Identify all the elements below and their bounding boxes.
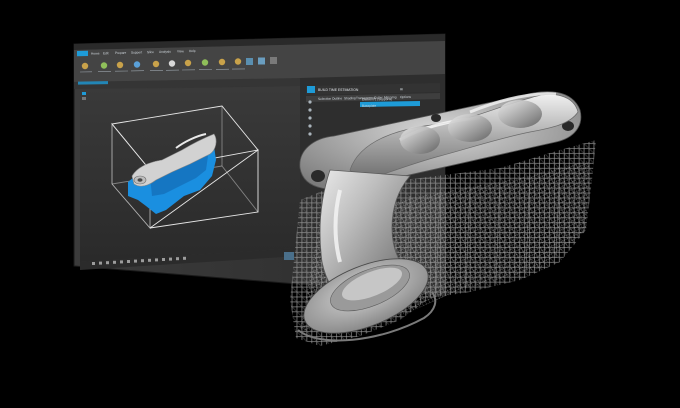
file-tab[interactable] [77, 50, 88, 57]
view-tool-icon[interactable] [82, 92, 86, 95]
panel-icon [307, 86, 315, 93]
tool-icon[interactable] [116, 61, 124, 69]
bolt-hole [431, 114, 441, 122]
tool-icon[interactable] [234, 58, 242, 65]
software-window-illustration: Home Edit Prepare Support Slice Analysis… [73, 33, 596, 346]
view-cube[interactable] [284, 252, 294, 260]
ribbon-tab[interactable]: Prepare [115, 51, 127, 55]
tool-icon[interactable] [258, 57, 265, 65]
ribbon-tab[interactable]: Home [91, 51, 100, 55]
panel-tool-icon[interactable] [308, 116, 312, 120]
tool-icon[interactable] [246, 58, 253, 65]
tool-icon[interactable] [152, 60, 160, 68]
panel-tool-icon[interactable] [308, 132, 312, 136]
tool-icon[interactable] [270, 57, 277, 64]
tool-icon[interactable] [127, 260, 130, 263]
tool-icon[interactable] [148, 258, 151, 262]
panel-tab[interactable]: Selection [318, 97, 331, 101]
tool-icon[interactable] [183, 256, 186, 260]
tool-icon[interactable] [92, 262, 95, 265]
list-item-label[interactable]: Element 1 (Supports) [362, 97, 392, 101]
tool-icon[interactable] [113, 260, 116, 264]
ribbon-tab[interactable]: Analysis [159, 50, 171, 54]
panel-tool-icon[interactable] [308, 108, 312, 112]
bolt-hole [311, 170, 325, 182]
panel-tool-icon[interactable] [308, 124, 312, 128]
panel-header-value: ▤ [400, 87, 403, 91]
product-hero-image: Home Edit Prepare Support Slice Analysis… [0, 0, 680, 408]
list-item-label[interactable]: Baseplate [362, 104, 376, 108]
panel-tool-icon[interactable] [308, 100, 312, 104]
ribbon-tab[interactable]: Slice [147, 50, 154, 54]
panel-tab[interactable]: Shading [344, 96, 356, 100]
tool-icon[interactable] [133, 61, 141, 68]
panel-tab[interactable]: Options [400, 95, 411, 99]
view-tool-icon[interactable] [82, 97, 86, 100]
tool-icon[interactable] [169, 257, 172, 261]
tool-icon[interactable] [176, 257, 179, 261]
tool-icon[interactable] [141, 259, 144, 263]
tool-icon[interactable] [106, 261, 109, 265]
tool-icon[interactable] [155, 258, 158, 262]
tool-icon[interactable] [184, 59, 192, 67]
ribbon-tab[interactable]: Edit [103, 51, 109, 55]
panel-tab[interactable]: Outline [332, 96, 342, 100]
panel-title: BUILD TIME ESTIMATION [318, 88, 359, 92]
ribbon-tab[interactable]: Help [189, 49, 196, 53]
tool-icon[interactable] [201, 59, 209, 66]
tool-icon[interactable] [134, 259, 137, 263]
ribbon-tab[interactable]: Support [131, 50, 142, 54]
tool-icon[interactable] [81, 62, 89, 70]
tool-icon[interactable] [99, 261, 102, 265]
ribbon-tab[interactable]: View [177, 49, 185, 53]
tool-icon[interactable] [100, 62, 108, 69]
tool-icon[interactable] [168, 60, 176, 67]
tool-icon[interactable] [120, 260, 123, 264]
tool-icon[interactable] [218, 58, 226, 66]
tool-icon[interactable] [162, 258, 165, 261]
scene-tab[interactable] [78, 81, 108, 85]
